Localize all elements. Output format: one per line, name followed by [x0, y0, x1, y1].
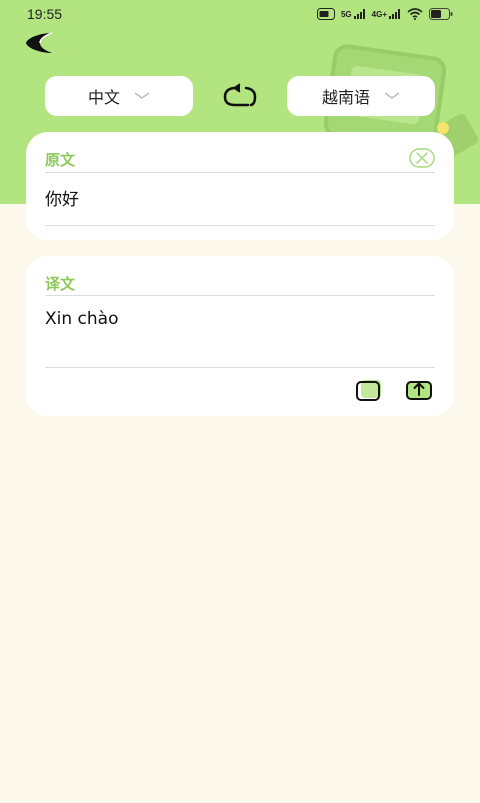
divider [45, 172, 435, 173]
chevron-down-icon [134, 92, 150, 99]
source-card-title: 原文 [45, 151, 76, 169]
divider [45, 295, 435, 296]
swap-languages-icon[interactable] [221, 80, 259, 112]
signal-bars-icon [353, 9, 365, 19]
back-icon[interactable] [22, 30, 58, 56]
signal-bars-icon [389, 9, 400, 19]
status-bar: 19:55 5G 4G+ [0, 0, 480, 30]
divider [45, 367, 435, 368]
copy-icon[interactable] [355, 379, 383, 401]
network-4g-label: 4G+ [371, 10, 387, 19]
source-text-card: 原文 你好 [26, 132, 454, 240]
status-icons: 5G 4G+ [316, 8, 453, 20]
hd-icon [316, 8, 335, 20]
network-5g-label: 5G [340, 10, 352, 19]
signal-5g: 5G [341, 9, 366, 19]
source-language-label: 中文 [87, 88, 120, 107]
translation-result-text: Xin chào [45, 309, 119, 329]
chevron-down-icon [384, 92, 400, 99]
source-text-input[interactable]: 你好 [45, 185, 79, 210]
status-time: 19:55 [27, 6, 63, 22]
signal-4g: 4G+ [372, 9, 401, 19]
wifi-icon [407, 8, 423, 20]
translation-result-card: 译文 Xin chào [26, 256, 454, 416]
source-language-select[interactable]: 中文 [45, 76, 193, 116]
clear-text-icon[interactable] [409, 148, 435, 168]
share-icon[interactable] [405, 379, 433, 401]
target-language-select[interactable]: 越南语 [287, 76, 435, 116]
target-language-label: 越南语 [321, 88, 370, 107]
battery-icon [429, 8, 453, 20]
result-card-title: 译文 [45, 275, 76, 293]
divider [45, 225, 435, 226]
